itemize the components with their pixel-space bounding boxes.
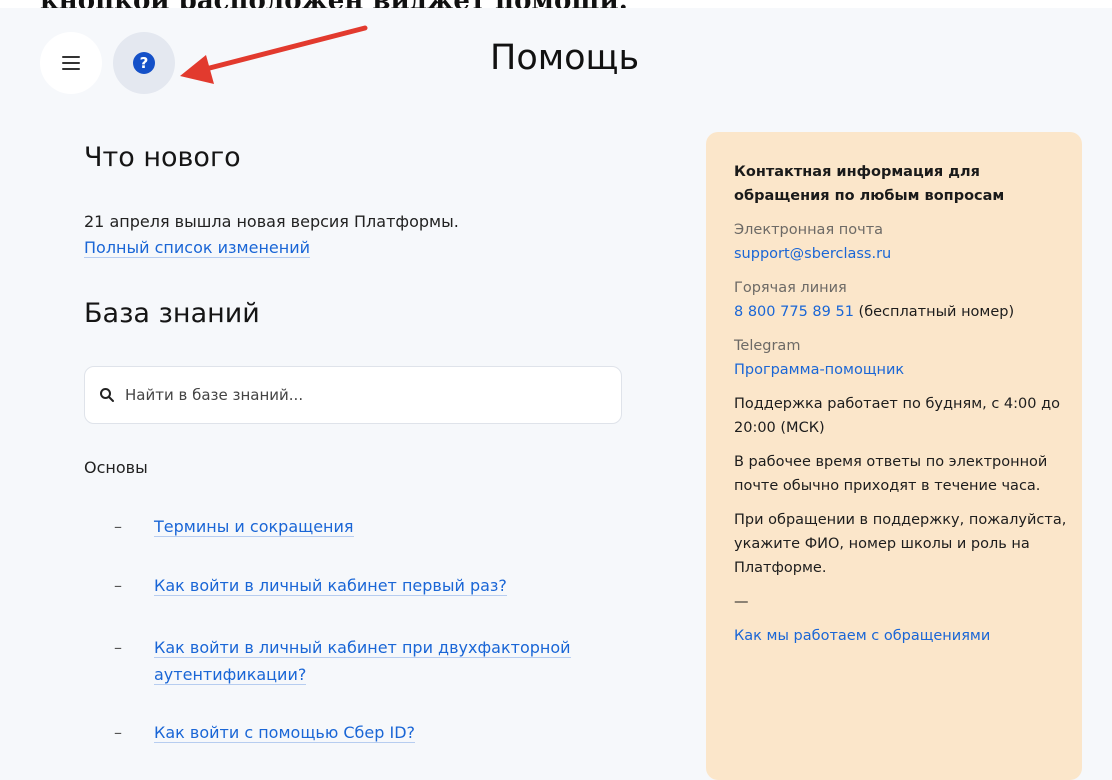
search-input[interactable]: [125, 386, 595, 404]
request-note: При обращении в поддержку, пожалуйста, у…: [734, 512, 1067, 576]
whats-new-text: 21 апреля вышла новая версия Платформы.: [84, 212, 459, 231]
telegram-link[interactable]: Программа-помощник: [734, 362, 904, 378]
whats-new-heading: Что нового: [84, 142, 241, 173]
kb-link-sber-id[interactable]: Как войти с помощью Сбер ID?: [154, 723, 416, 743]
kb-search[interactable]: [84, 366, 622, 424]
kb-link-2fa-login[interactable]: Как войти в личный кабинет при двухфакто…: [154, 638, 571, 685]
search-icon: [100, 388, 114, 402]
section-basics: Основы: [84, 458, 148, 477]
contact-card: Контактная информация для обращения по л…: [706, 132, 1082, 780]
response-time: В рабочее время ответы по электронной по…: [734, 454, 1048, 494]
page-title: Помощь: [490, 38, 640, 78]
list-item: – Как войти с помощью Сбер ID?: [114, 723, 416, 743]
help-button[interactable]: ?: [113, 32, 175, 94]
separator-dash: —: [734, 594, 749, 610]
changelog-link[interactable]: Полный список изменений: [84, 238, 310, 258]
telegram-label: Telegram: [734, 338, 801, 354]
list-item: – Как войти в личный кабинет при двухфак…: [114, 638, 571, 685]
help-question-icon: ?: [133, 52, 155, 74]
knowledge-base-heading: База знаний: [84, 298, 260, 329]
kb-link-terms[interactable]: Термины и сокращения: [154, 517, 354, 537]
list-item: – Термины и сокращения: [114, 517, 354, 537]
list-item: – Как войти в личный кабинет первый раз?: [114, 576, 507, 596]
email-link[interactable]: support@sberclass.ru: [734, 246, 891, 262]
policy-link[interactable]: Как мы работаем с обращениями: [734, 628, 990, 644]
hotline-label: Горячая линия: [734, 280, 847, 296]
hamburger-icon: [62, 56, 80, 70]
menu-button[interactable]: [40, 32, 102, 94]
phone-note: (бесплатный номер): [858, 304, 1015, 320]
support-hours: Поддержка работает по будням, с 4:00 до …: [734, 396, 1060, 436]
kb-link-first-login[interactable]: Как войти в личный кабинет первый раз?: [154, 576, 507, 596]
help-page: ? Помощь Что нового 21 апреля вышла нова…: [0, 8, 1112, 780]
email-label: Электронная почта: [734, 222, 884, 238]
contact-title: Контактная информация для обращения по л…: [734, 164, 1005, 204]
phone-link[interactable]: 8 800 775 89 51: [734, 304, 854, 320]
